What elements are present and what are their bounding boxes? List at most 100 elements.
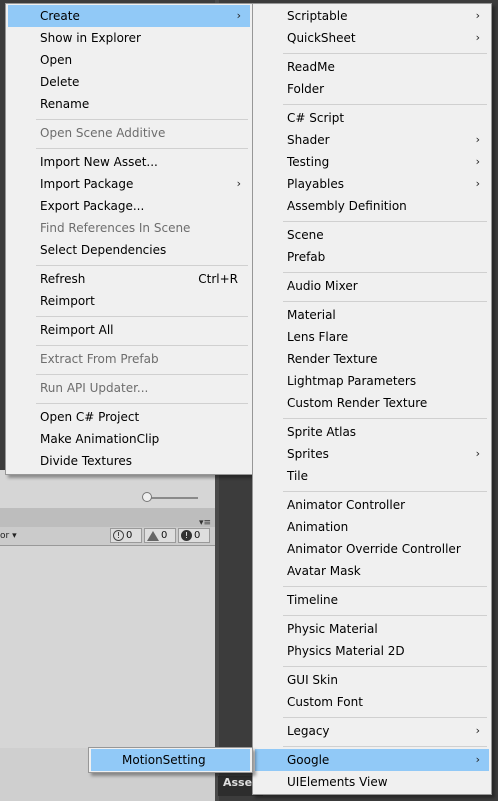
menu-item-label: MotionSetting	[122, 753, 206, 767]
menu-item-scene[interactable]: Scene	[255, 224, 489, 246]
menu-item-label: Delete	[40, 75, 80, 89]
menu-separator	[283, 717, 487, 718]
menu-item-scriptable[interactable]: Scriptable ›	[255, 5, 489, 27]
menu-item-label: Import Package	[40, 177, 134, 191]
menu-item-animator-controller[interactable]: Animator Controller	[255, 494, 489, 516]
menu-item-lens-flare[interactable]: Lens Flare	[255, 326, 489, 348]
menu-item-refresh[interactable]: Refresh Ctrl+R	[8, 268, 250, 290]
menu-item-reimport-all[interactable]: Reimport All	[8, 319, 250, 341]
menu-item-audio-mixer[interactable]: Audio Mixer	[255, 275, 489, 297]
submenu-arrow-icon: ›	[236, 9, 241, 22]
menu-item-custom-font[interactable]: Custom Font	[255, 691, 489, 713]
menu-item-label: Legacy	[287, 724, 330, 738]
menu-item-label: Sprite Atlas	[287, 425, 357, 439]
menu-item-custom-render-texture[interactable]: Custom Render Texture	[255, 392, 489, 414]
menu-item-uielements-view[interactable]: UIElements View	[255, 771, 489, 793]
menu-item-folder[interactable]: Folder	[255, 78, 489, 100]
menu-item-render-texture[interactable]: Render Texture	[255, 348, 489, 370]
menu-item-label: Import New Asset...	[40, 155, 158, 169]
menu-item-motionsetting[interactable]: MotionSetting	[91, 749, 250, 771]
menu-item-lightmap-parameters[interactable]: Lightmap Parameters	[255, 370, 489, 392]
menu-item-label: Google	[287, 753, 330, 767]
menu-item-gui-skin[interactable]: GUI Skin	[255, 669, 489, 691]
submenu-arrow-icon: ›	[475, 31, 480, 44]
menu-separator	[283, 272, 487, 273]
menu-item-sprite-atlas[interactable]: Sprite Atlas	[255, 421, 489, 443]
menu-item-quicksheet[interactable]: QuickSheet ›	[255, 27, 489, 49]
submenu-arrow-icon: ›	[475, 724, 480, 737]
menu-item-run-api-updater: Run API Updater...	[8, 377, 250, 399]
menu-item-physics-material-2d[interactable]: Physics Material 2D	[255, 640, 489, 662]
menu-item-reimport[interactable]: Reimport	[8, 290, 250, 312]
menu-item-open-c-project[interactable]: Open C# Project	[8, 406, 250, 428]
menu-item-label: Make AnimationClip	[40, 432, 160, 446]
menu-item-label: Scene	[287, 228, 324, 242]
menu-item-prefab[interactable]: Prefab	[255, 246, 489, 268]
zoom-slider-track[interactable]	[146, 497, 198, 499]
menu-item-assembly-definition[interactable]: Assembly Definition	[255, 195, 489, 217]
submenu-arrow-icon: ›	[475, 155, 480, 168]
menu-item-material[interactable]: Material	[255, 304, 489, 326]
menu-item-label: Testing	[287, 155, 330, 169]
info-count-toggle[interactable]: ! 0	[110, 528, 142, 543]
menu-item-delete[interactable]: Delete	[8, 71, 250, 93]
menu-separator	[36, 316, 248, 317]
menu-item-label: Extract From Prefab	[40, 352, 159, 366]
menu-item-divide-textures[interactable]: Divide Textures	[8, 450, 250, 472]
menu-item-google[interactable]: Google ›	[255, 749, 489, 771]
menu-item-label: Prefab	[287, 250, 326, 264]
menu-separator	[283, 53, 487, 54]
menu-item-legacy[interactable]: Legacy ›	[255, 720, 489, 742]
menu-item-make-animationclip[interactable]: Make AnimationClip	[8, 428, 250, 450]
menu-item-select-dependencies[interactable]: Select Dependencies	[8, 239, 250, 261]
menu-separator	[36, 119, 248, 120]
menu-item-show-in-explorer[interactable]: Show in Explorer	[8, 27, 250, 49]
menu-item-readme[interactable]: ReadMe	[255, 56, 489, 78]
zoom-slider-knob[interactable]	[142, 492, 152, 502]
menu-item-physic-material[interactable]: Physic Material	[255, 618, 489, 640]
menu-separator	[36, 345, 248, 346]
menu-item-sprites[interactable]: Sprites ›	[255, 443, 489, 465]
menu-item-timeline[interactable]: Timeline	[255, 589, 489, 611]
menu-item-testing[interactable]: Testing ›	[255, 151, 489, 173]
menu-item-create[interactable]: Create ›	[8, 5, 250, 27]
menu-separator	[283, 221, 487, 222]
menu-item-label: Tile	[287, 469, 309, 483]
panel-header-strip	[0, 508, 215, 527]
error-count-toggle[interactable]: ! 0	[178, 528, 210, 543]
menu-item-label: Reimport All	[40, 323, 114, 337]
menu-item-rename[interactable]: Rename	[8, 93, 250, 115]
menu-item-label: GUI Skin	[287, 673, 338, 687]
menu-item-label: Audio Mixer	[287, 279, 358, 293]
menu-separator	[283, 615, 487, 616]
menu-item-animator-override-controller[interactable]: Animator Override Controller	[255, 538, 489, 560]
error-icon: !	[181, 530, 192, 541]
menu-item-label: Assembly Definition	[287, 199, 407, 213]
menu-item-shader[interactable]: Shader ›	[255, 129, 489, 151]
menu-item-label: Animation	[287, 520, 349, 534]
menu-item-c-script[interactable]: C# Script	[255, 107, 489, 129]
console-dropdown[interactable]: or ▾	[0, 527, 20, 545]
menu-item-extract-from-prefab: Extract From Prefab	[8, 348, 250, 370]
menu-item-label: Timeline	[287, 593, 339, 607]
menu-item-label: Open C# Project	[40, 410, 140, 424]
menu-separator	[283, 491, 487, 492]
menu-item-tile[interactable]: Tile	[255, 465, 489, 487]
menu-item-import-package[interactable]: Import Package ›	[8, 173, 250, 195]
menu-item-label: Create	[40, 9, 80, 23]
menu-item-export-package[interactable]: Export Package...	[8, 195, 250, 217]
menu-item-open[interactable]: Open	[8, 49, 250, 71]
shortcut-label: Ctrl+R	[198, 272, 238, 286]
menu-item-playables[interactable]: Playables ›	[255, 173, 489, 195]
menu-item-label: Open	[40, 53, 73, 67]
menu-item-animation[interactable]: Animation	[255, 516, 489, 538]
menu-item-avatar-mask[interactable]: Avatar Mask	[255, 560, 489, 582]
error-count: 0	[194, 530, 201, 541]
warning-count-toggle[interactable]: 0	[144, 528, 176, 543]
menu-item-import-new-asset[interactable]: Import New Asset...	[8, 151, 250, 173]
submenu-arrow-icon: ›	[475, 753, 480, 766]
menu-item-label: Animator Override Controller	[287, 542, 461, 556]
menu-item-label: Refresh	[40, 272, 86, 286]
menu-item-label: Animator Controller	[287, 498, 406, 512]
menu-separator	[283, 666, 487, 667]
